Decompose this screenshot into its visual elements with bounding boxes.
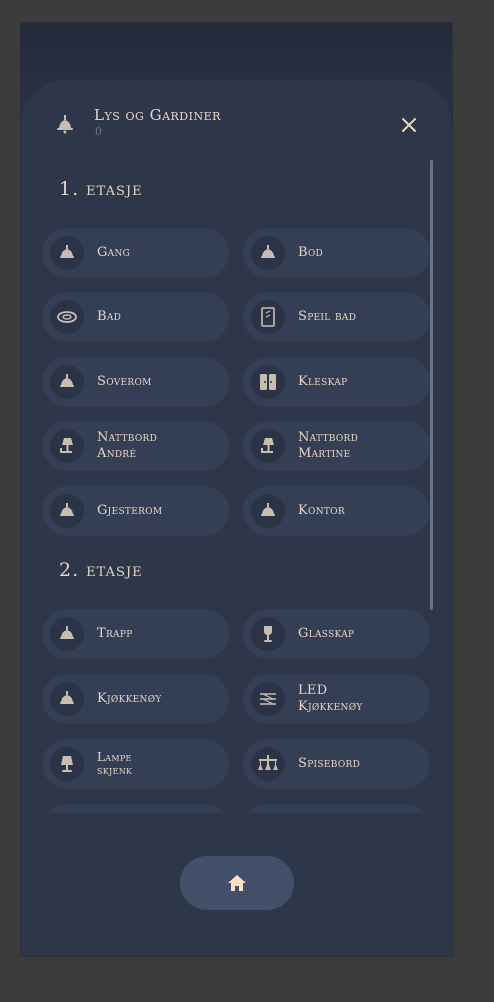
tile-kleskap[interactable]: Kleskap — [243, 357, 430, 407]
tile-gang[interactable]: Gang — [42, 228, 229, 278]
tile-label: Nattbord André — [97, 430, 158, 461]
tile-label: Glasskap — [298, 626, 355, 641]
ceiling-lamp-icon — [50, 617, 84, 651]
tile-nattbord-andre[interactable]: Nattbord André — [42, 421, 229, 471]
close-button[interactable] — [396, 112, 422, 138]
mirror-light-icon — [251, 300, 285, 334]
tile-label: Soverom — [97, 374, 152, 389]
tile-led-kjokkenoy[interactable]: LED Kjøkkenøy — [243, 674, 430, 724]
tile-kjokkenoy[interactable]: Kjøkkenøy — [42, 674, 229, 724]
tile-bad[interactable]: Bad — [42, 292, 229, 342]
tile-label: Lampe skjenk — [97, 750, 133, 777]
popup-subtitle: 0 — [95, 125, 102, 138]
ceiling-lamp-icon — [251, 494, 285, 528]
tile-label: Bad — [97, 309, 122, 324]
ceiling-lamp-icon — [50, 236, 84, 270]
tile-partial[interactable] — [243, 804, 430, 813]
wine-glass-icon — [251, 617, 285, 651]
tile-nattbord-martine[interactable]: Nattbord Martine — [243, 421, 430, 471]
tile-label: Bod — [298, 245, 324, 260]
tile-partial[interactable] — [42, 804, 229, 813]
tile-list[interactable]: 1. etasje Gang Bod Bad Speil bad Soverom… — [21, 170, 452, 813]
tile-label: Gjesterom — [97, 503, 163, 518]
scrollbar[interactable] — [430, 160, 433, 610]
tile-label: Kleskap — [298, 374, 348, 389]
section-title-1-etasje: 1. etasje — [59, 178, 143, 200]
ceiling-lamp-icon — [54, 113, 76, 135]
ceiling-lamp-icon — [50, 682, 84, 716]
tile-bod[interactable]: Bod — [243, 228, 430, 278]
ceiling-lamp-icon — [251, 236, 285, 270]
section-title-2-etasje: 2. etasje — [59, 559, 143, 581]
popup-title: Lys og Gardiner — [94, 106, 221, 124]
desk-lamp-icon — [251, 429, 285, 463]
tile-glasskap[interactable]: Glasskap — [243, 609, 430, 659]
tile-label: LED Kjøkkenøy — [298, 683, 363, 714]
tile-spisebord[interactable]: Spisebord — [243, 739, 430, 789]
ceiling-lamp-icon — [50, 365, 84, 399]
tile-label: Trapp — [97, 626, 133, 641]
tile-lampe-skjenk[interactable]: Lampe skjenk — [42, 739, 229, 789]
tile-label: Spisebord — [298, 756, 361, 771]
tile-trapp[interactable]: Trapp — [42, 609, 229, 659]
tile-label: Kontor — [298, 503, 345, 518]
home-icon — [228, 875, 246, 891]
led-strip-icon — [251, 682, 285, 716]
chandelier-icon — [251, 747, 285, 781]
tile-gjesterom[interactable]: Gjesterom — [42, 486, 229, 536]
tile-label: Gang — [97, 245, 131, 260]
tile-label: Kjøkkenøy — [97, 691, 162, 706]
tile-speil-bad[interactable]: Speil bad — [243, 292, 430, 342]
ceiling-light-round-icon — [50, 300, 84, 334]
table-lamp-icon — [50, 747, 84, 781]
close-icon — [402, 118, 416, 132]
tile-kontor[interactable]: Kontor — [243, 486, 430, 536]
ceiling-lamp-icon — [50, 494, 84, 528]
app-window: Lys og Gardiner 0 1. etasje Gang Bod Bad… — [21, 23, 452, 956]
popup-header: Lys og Gardiner 0 — [21, 80, 452, 170]
home-button[interactable] — [180, 856, 294, 910]
wardrobe-icon — [251, 365, 285, 399]
desk-lamp-icon — [50, 429, 84, 463]
tile-label: Nattbord Martine — [298, 430, 359, 461]
tile-label: Speil bad — [298, 309, 357, 324]
tile-soverom[interactable]: Soverom — [42, 357, 229, 407]
lights-popup: Lys og Gardiner 0 1. etasje Gang Bod Bad… — [21, 80, 452, 956]
